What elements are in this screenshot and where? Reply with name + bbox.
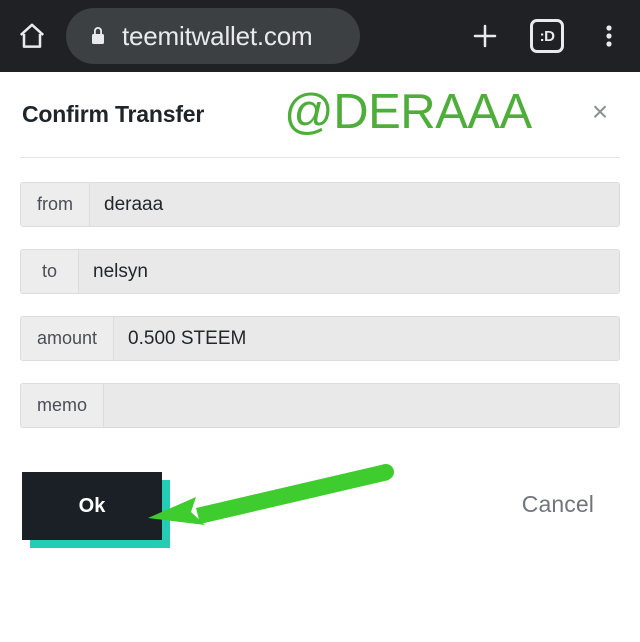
home-icon (19, 23, 45, 48)
url-text: teemitwallet.com (122, 20, 313, 51)
field-row-memo[interactable]: memo (20, 383, 620, 428)
close-icon: × (591, 96, 609, 127)
browser-toolbar: teemitwallet.com :D (0, 0, 640, 72)
dialog-header: Confirm Transfer × (0, 72, 640, 157)
field-label: to (21, 250, 79, 293)
header-divider (20, 157, 620, 158)
ok-button-wrapper: Ok (22, 472, 170, 548)
dialog-actions: Ok Cancel (0, 457, 640, 567)
confirm-transfer-dialog: Confirm Transfer × from deraaa to nelsyn… (0, 72, 640, 642)
field-value[interactable]: deraaa (90, 183, 619, 226)
home-button[interactable] (0, 0, 64, 72)
field-row-from[interactable]: from deraaa (20, 182, 620, 227)
new-tab-button[interactable] (454, 0, 516, 72)
transfer-form: from deraaa to nelsyn amount 0.500 STEEM… (20, 182, 620, 450)
field-row-to[interactable]: to nelsyn (20, 249, 620, 294)
field-label: amount (21, 317, 115, 360)
cancel-button[interactable]: Cancel (522, 491, 594, 518)
tab-counter-icon: :D (530, 19, 564, 53)
field-label: memo (21, 384, 105, 427)
dialog-title: Confirm Transfer (22, 101, 205, 127)
field-label: from (21, 183, 90, 226)
overflow-menu-icon (606, 25, 612, 47)
url-bar[interactable]: teemitwallet.com (66, 8, 360, 64)
tab-counter-button[interactable]: :D (516, 0, 578, 72)
overflow-menu-button[interactable] (578, 0, 640, 72)
field-value[interactable]: nelsyn (79, 250, 619, 293)
field-value[interactable]: 0.500 STEEM (114, 317, 619, 360)
close-button[interactable]: × (582, 94, 618, 130)
field-value[interactable] (104, 384, 619, 427)
ok-button[interactable]: Ok (22, 472, 162, 540)
plus-icon (473, 24, 497, 48)
lock-icon (92, 27, 104, 44)
tab-counter-label: :D (539, 27, 555, 45)
field-row-amount[interactable]: amount 0.500 STEEM (20, 316, 620, 361)
